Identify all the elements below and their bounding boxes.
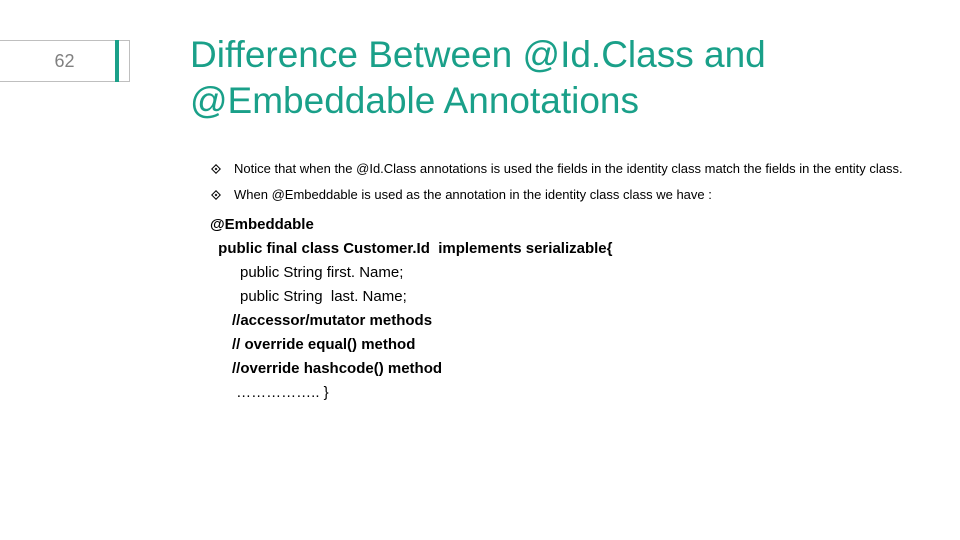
bullet-text: When @Embeddable is used as the annotati… xyxy=(234,186,712,204)
slide: 62 Difference Between @Id.Class and @Emb… xyxy=(0,0,960,540)
code-line: …………….. } xyxy=(210,381,930,405)
page-number-box: 62 xyxy=(0,40,130,82)
page-number: 62 xyxy=(54,51,74,72)
code-block: @Embeddable public final class Customer.… xyxy=(210,213,930,405)
code-line: public String last. Name; xyxy=(210,285,930,309)
code-line: public final class Customer.Id implement… xyxy=(210,237,930,261)
code-line: //accessor/mutator methods xyxy=(210,309,930,333)
code-line: // override equal() method xyxy=(210,333,930,357)
code-line: @Embeddable xyxy=(210,213,930,237)
slide-title: Difference Between @Id.Class and @Embedd… xyxy=(190,32,920,125)
slide-content: Notice that when the @Id.Class annotatio… xyxy=(210,160,930,405)
code-line: //override hashcode() method xyxy=(210,357,930,381)
diamond-bullet-icon xyxy=(210,189,222,201)
code-line: public String first. Name; xyxy=(210,261,930,285)
diamond-bullet-icon xyxy=(210,163,222,175)
bullet-text: Notice that when the @Id.Class annotatio… xyxy=(234,160,903,178)
accent-bar xyxy=(115,40,119,82)
bullet-item: When @Embeddable is used as the annotati… xyxy=(210,186,930,204)
bullet-item: Notice that when the @Id.Class annotatio… xyxy=(210,160,930,178)
